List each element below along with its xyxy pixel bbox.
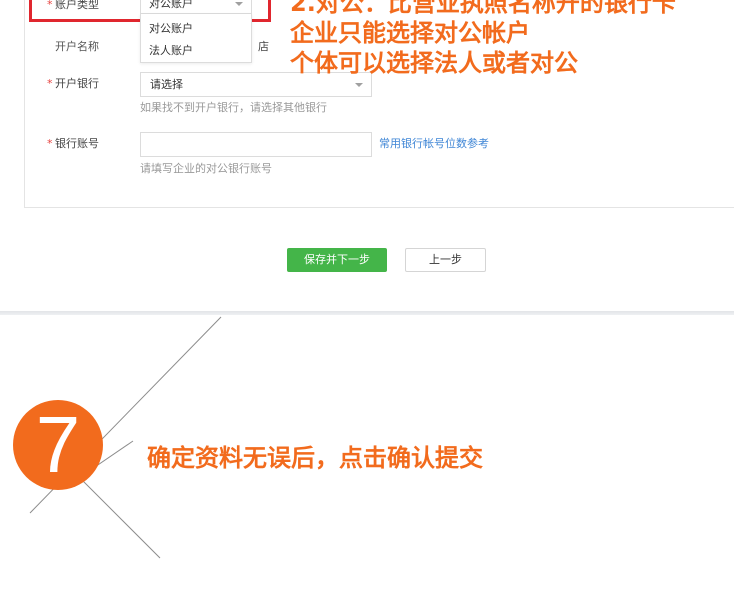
caret-down-icon: [235, 2, 243, 6]
account-type-select[interactable]: 对公账户: [140, 0, 252, 14]
step-badge: 7: [13, 400, 103, 490]
annotation-line: 个体可以选择法人或者对公: [290, 49, 578, 77]
dropdown-option-corporate-account[interactable]: 对公账户: [141, 18, 251, 40]
annotation-note: 2.对公：比营业执照名称开的银行卡 企业只能选择对公帐户 个体可以选择法人或者对…: [290, 0, 676, 78]
annotation-line: 2.对公：比营业执照名称开的银行卡: [290, 0, 676, 17]
step-number: 7: [35, 400, 81, 489]
step-instruction: 确定资料无误后，点击确认提交: [147, 444, 483, 472]
annotation-line: 企业只能选择对公帐户: [290, 19, 530, 47]
dropdown-option-legal-person-account[interactable]: 法人账户: [141, 40, 251, 62]
account-type-dropdown: 对公账户 法人账户: [140, 14, 252, 63]
account-type-selected-value: 对公账户: [149, 0, 193, 10]
decorative-lines: [29, 316, 222, 559]
